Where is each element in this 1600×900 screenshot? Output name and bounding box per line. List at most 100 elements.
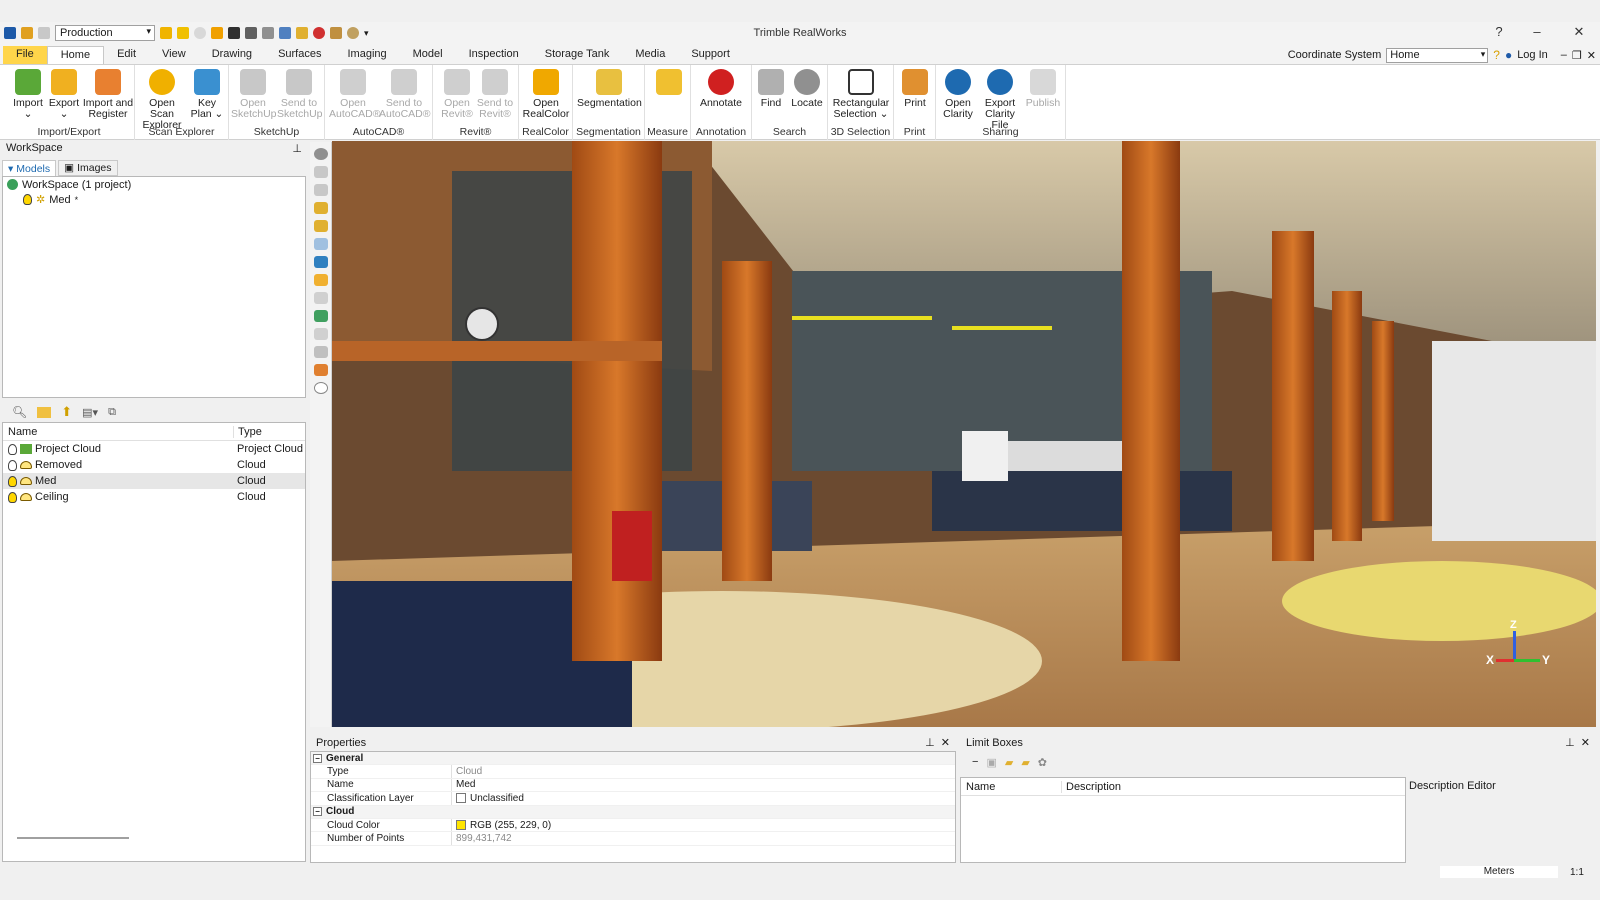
tab-images[interactable]: ▣ Images	[58, 160, 118, 176]
color-mode-icon[interactable]	[313, 364, 328, 376]
column-type[interactable]: Type	[233, 425, 305, 438]
view-cube-icon[interactable]	[313, 238, 328, 250]
open-clarity-button[interactable]: Open Clarity	[938, 67, 978, 120]
rectangular-selection-button[interactable]: Rectangular Selection ⌄	[830, 67, 892, 120]
walk-icon[interactable]	[313, 220, 328, 232]
tab-storage-tank[interactable]: Storage Tank	[532, 46, 623, 64]
help-button[interactable]: ?	[1484, 24, 1514, 39]
pin-icon[interactable]: ⊥	[925, 737, 935, 749]
sphere-icon[interactable]	[313, 382, 328, 394]
tab-support[interactable]: Support	[678, 46, 743, 64]
visibility-bulb-icon[interactable]	[8, 475, 17, 487]
camera-icon[interactable]	[313, 256, 328, 268]
find-button[interactable]: Find	[752, 67, 790, 109]
help-bulb-icon[interactable]: ?	[1493, 48, 1500, 62]
box-icon[interactable]: ▣	[986, 756, 996, 769]
tab-imaging[interactable]: Imaging	[334, 46, 399, 64]
collapse-icon[interactable]: −	[313, 807, 322, 817]
tab-models[interactable]: ▾ Models	[2, 160, 57, 176]
view-options-icon[interactable]: ▤▾	[82, 406, 98, 419]
send-to-sketchup-button[interactable]: Send to SketchUp	[277, 67, 323, 120]
open-autocad-button[interactable]: Open AutoCAD®	[329, 67, 381, 120]
up-arrow-icon[interactable]: ⬆	[61, 404, 72, 420]
name-value[interactable]: Med	[451, 778, 955, 792]
annotate-button[interactable]: Annotate	[699, 67, 743, 109]
open-sketchup-button[interactable]: Open SketchUp	[231, 67, 277, 120]
properties-icon[interactable]: ⧉	[108, 406, 116, 419]
annotate-icon	[708, 69, 734, 95]
open-scan-explorer-button[interactable]: Open Scan Explorer	[137, 67, 187, 131]
point-size-icon[interactable]	[313, 328, 328, 340]
export-clarity-file-button[interactable]: Export Clarity File	[976, 67, 1024, 131]
layers-icon[interactable]	[313, 292, 328, 304]
visibility-bulb-icon[interactable]	[8, 459, 17, 471]
column-name[interactable]: Name	[961, 781, 1061, 793]
visibility-bulb-icon[interactable]	[23, 194, 32, 205]
list-item[interactable]: Project Cloud Project Cloud	[3, 441, 305, 457]
tab-home[interactable]: Home	[46, 46, 105, 64]
close-icon[interactable]: ✕	[941, 737, 950, 749]
send-to-autocad-button[interactable]: Send to AutoCAD®	[379, 67, 431, 120]
ribbon-minimize-icon[interactable]: –	[1561, 49, 1567, 61]
folder-icon[interactable]	[37, 406, 52, 418]
units-indicator[interactable]: Meters	[1440, 866, 1558, 878]
minimize-button[interactable]: –	[1522, 24, 1552, 39]
list-item[interactable]: Ceiling Cloud	[3, 489, 305, 505]
login-link[interactable]: Log In	[1517, 49, 1548, 61]
print-button[interactable]: Print	[894, 67, 936, 109]
open-realcolor-button[interactable]: Open RealColor	[521, 67, 571, 120]
pin-icon[interactable]: ⊥	[292, 142, 302, 157]
cloud-color-value[interactable]: RGB (255, 229, 0)	[451, 818, 955, 832]
measure-button[interactable]	[647, 67, 691, 98]
orbit-icon[interactable]	[313, 148, 328, 160]
list-item[interactable]: Removed Cloud	[3, 457, 305, 473]
tab-file[interactable]: File	[3, 46, 47, 64]
classification-layer-value[interactable]: Unclassified	[451, 792, 955, 805]
horizontal-scrollbar[interactable]	[17, 837, 129, 839]
close-window-button[interactable]: ✕	[1564, 24, 1594, 40]
settings-icon[interactable]: ✿	[1038, 756, 1047, 769]
ribbon-close-icon[interactable]: ✕	[1587, 49, 1596, 62]
close-icon[interactable]: ✕	[1581, 737, 1590, 749]
description-editor[interactable]: Description Editor	[1406, 777, 1596, 863]
column-description[interactable]: Description	[1061, 780, 1257, 793]
export-button[interactable]: ImportExport⌄	[42, 67, 86, 120]
list-item[interactable]: Med Cloud	[3, 473, 305, 489]
tab-media[interactable]: Media	[622, 46, 678, 64]
open-folder-icon[interactable]: ▰	[1005, 756, 1013, 769]
locate-button[interactable]: Locate	[788, 67, 826, 109]
visibility-bulb-icon[interactable]	[8, 491, 17, 503]
search-icon[interactable]: 🔍︎	[12, 405, 27, 419]
collapse-icon[interactable]: −	[313, 753, 322, 763]
visibility-bulb-icon[interactable]	[8, 443, 17, 455]
shading-icon[interactable]	[313, 346, 328, 358]
render-mode-icon[interactable]	[313, 310, 328, 322]
ribbon-restore-icon[interactable]: ❐	[1572, 49, 1582, 62]
tab-view[interactable]: View	[149, 46, 199, 64]
key-plan-button[interactable]: Key Plan ⌄	[185, 67, 229, 120]
publish-button[interactable]: Publish	[1022, 67, 1064, 109]
coordinate-system-select[interactable]: Home	[1386, 47, 1489, 63]
fly-icon[interactable]	[313, 202, 328, 214]
point-cloud-view[interactable]	[332, 141, 1596, 727]
3d-viewport[interactable]: Z X Y	[332, 141, 1596, 727]
remove-icon[interactable]: −	[972, 756, 978, 768]
warning-icon[interactable]	[313, 274, 328, 286]
tab-inspection[interactable]: Inspection	[456, 46, 532, 64]
zoom-icon[interactable]	[313, 184, 328, 196]
tree-root[interactable]: WorkSpace (1 project)	[3, 177, 305, 192]
tab-drawing[interactable]: Drawing	[199, 46, 265, 64]
pin-icon[interactable]: ⊥	[1565, 737, 1575, 749]
send-to-revit-button[interactable]: Send to Revit®	[473, 67, 517, 120]
tab-surfaces[interactable]: Surfaces	[265, 46, 334, 64]
tab-edit[interactable]: Edit	[104, 46, 149, 64]
import-register-button[interactable]: Import and Register	[82, 67, 134, 120]
column-name[interactable]: Name	[3, 426, 233, 438]
scale-indicator[interactable]: 1:1	[1570, 867, 1584, 878]
pan-icon[interactable]	[313, 166, 328, 178]
cloud-icon	[20, 461, 32, 469]
tree-item-med[interactable]: ✲ Med *	[3, 192, 305, 207]
segmentation-button[interactable]: Segmentation	[577, 67, 642, 109]
tab-model[interactable]: Model	[400, 46, 456, 64]
save-folder-icon[interactable]: ▰	[1021, 756, 1029, 769]
